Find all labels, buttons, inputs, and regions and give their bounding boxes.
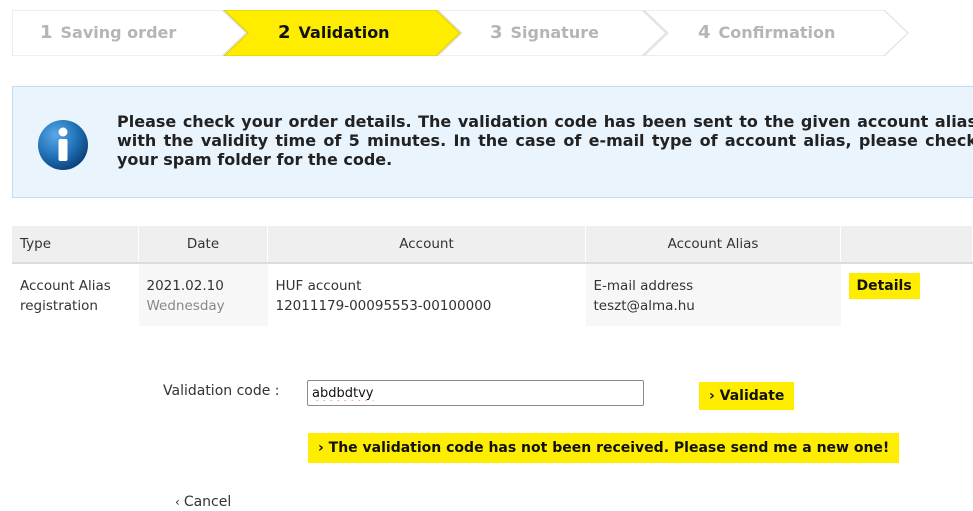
- step-1-number: 1: [40, 22, 53, 43]
- validation-code-input[interactable]: [307, 380, 644, 406]
- validate-button[interactable]: › Validate: [699, 382, 795, 410]
- table-header-row: Type Date Account Account Alias: [12, 226, 973, 264]
- weekday-value: Wednesday: [146, 298, 225, 314]
- cell-account: HUF account 12011179-00095553-00100000: [268, 263, 586, 326]
- step-1-label: Saving order: [60, 23, 177, 42]
- cell-account-alias: E-mail address teszt@alma.hu: [585, 263, 841, 326]
- cancel-link[interactable]: ‹ Cancel: [175, 494, 231, 510]
- col-account-alias: Account Alias: [585, 226, 841, 264]
- cell-type: Account Alias registration: [12, 263, 139, 326]
- table-row: Account Alias registration 2021.02.10 We…: [12, 263, 973, 326]
- step-1: 1 Saving order: [40, 10, 176, 56]
- type-line1: Account Alias: [20, 278, 111, 294]
- details-button[interactable]: Details: [848, 273, 920, 299]
- resend-code-label: The validation code has not been receive…: [328, 440, 890, 456]
- date-value: 2021.02.10: [146, 278, 224, 294]
- col-account: Account: [267, 226, 586, 264]
- col-type: Type: [12, 226, 139, 264]
- chevron-right-icon: ›: [709, 388, 715, 404]
- step-3-number: 3: [490, 22, 503, 43]
- account-number: 12011179-00095553-00100000: [275, 298, 492, 314]
- alias-value: teszt@alma.hu: [593, 298, 695, 314]
- progress-steps: 1 Saving order 2 Validation 3 Signature 4 Co…: [12, 10, 912, 56]
- validate-button-label: Validate: [719, 388, 785, 404]
- col-date: Date: [138, 226, 268, 264]
- step-2-number: 2: [278, 22, 291, 43]
- type-line2: registration: [20, 298, 98, 314]
- step-4-label: Confirmation: [718, 23, 836, 42]
- cancel-label: Cancel: [183, 494, 232, 510]
- step-4: 4 Confirmation: [698, 10, 835, 56]
- cell-actions: Details: [841, 263, 973, 326]
- resend-code-button[interactable]: › The validation code has not been recei…: [308, 433, 900, 463]
- account-name: HUF account: [275, 278, 362, 294]
- info-icon: [38, 120, 88, 170]
- chevron-left-icon: ‹: [175, 495, 180, 509]
- cell-date: 2021.02.10 Wednesday: [138, 263, 268, 326]
- chevron-right-icon: ›: [318, 440, 324, 456]
- order-details-table: Type Date Account Account Alias Account …: [12, 226, 973, 326]
- alias-type: E-mail address: [593, 278, 694, 294]
- step-2: 2 Validation: [278, 10, 390, 56]
- step-3: 3 Signature: [490, 10, 599, 56]
- validation-code-label: Validation code :: [163, 383, 280, 399]
- step-3-label: Signature: [510, 23, 599, 42]
- col-actions: [840, 226, 973, 264]
- info-message-box: Please check your order details. The val…: [12, 86, 973, 198]
- info-message: Please check your order details. The val…: [117, 112, 973, 169]
- step-2-label: Validation: [298, 23, 390, 42]
- step-4-number: 4: [698, 22, 711, 43]
